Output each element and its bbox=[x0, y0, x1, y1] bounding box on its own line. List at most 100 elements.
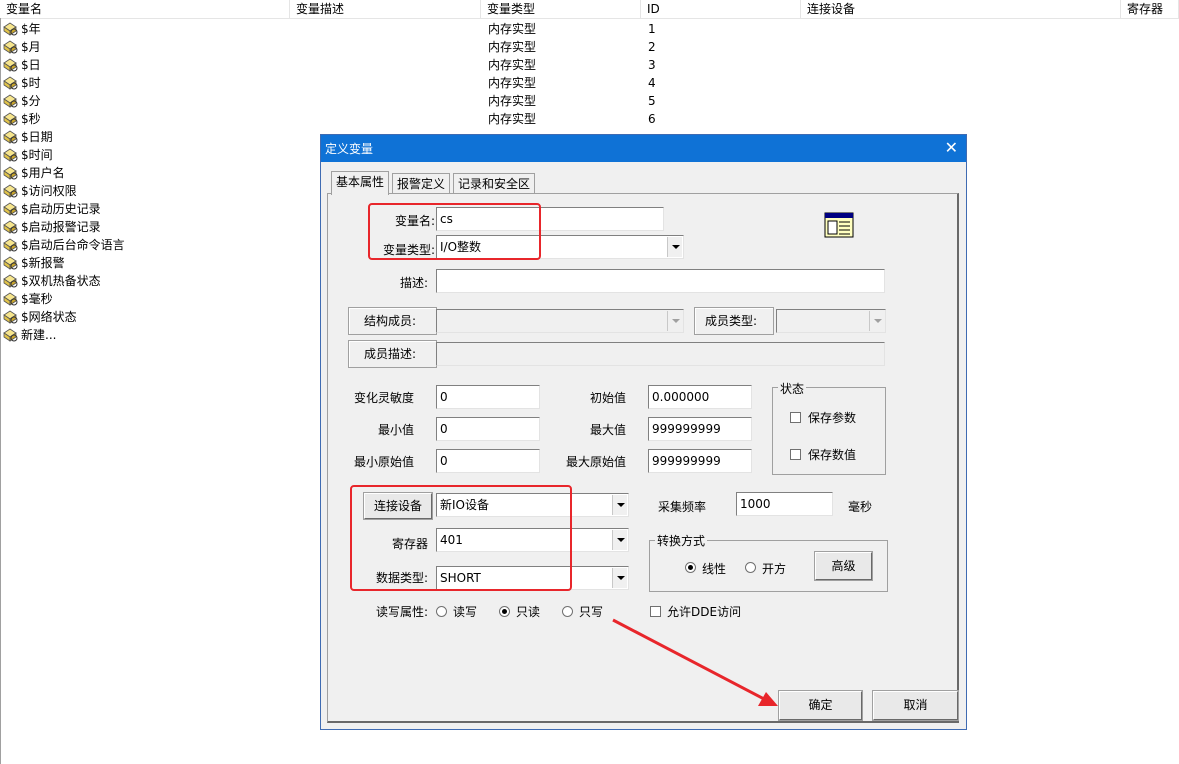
var-name-cell: 新建... bbox=[21, 328, 57, 342]
list-item[interactable]: $分 内存实型 5 bbox=[0, 92, 1179, 110]
chevron-down-icon[interactable] bbox=[869, 311, 884, 331]
sensitivity-input[interactable]: 0 bbox=[436, 385, 540, 409]
data-type-value: SHORT bbox=[440, 571, 481, 585]
member-desc-input[interactable] bbox=[436, 342, 885, 366]
chevron-down-icon[interactable] bbox=[612, 495, 627, 515]
struct-member-select[interactable] bbox=[436, 309, 684, 333]
chevron-down-icon[interactable] bbox=[667, 237, 682, 257]
status-group-title: 状态 bbox=[778, 380, 807, 397]
var-name-cell: $启动报警记录 bbox=[21, 220, 101, 234]
var-name-cell: $用户名 bbox=[21, 166, 65, 180]
max-raw-label: 最大原始值 bbox=[565, 455, 626, 469]
advanced-button[interactable]: 高级 bbox=[814, 551, 873, 581]
read-write-radio[interactable] bbox=[436, 606, 447, 617]
tab-alarm-definition[interactable]: 报警定义 bbox=[392, 173, 451, 194]
sqrt-radio[interactable] bbox=[745, 562, 756, 573]
list-item[interactable]: $月 内存实型 2 bbox=[0, 38, 1179, 56]
register-select[interactable]: 401 bbox=[436, 528, 629, 552]
member-type-select[interactable] bbox=[776, 309, 886, 333]
save-params-checkbox[interactable] bbox=[790, 412, 801, 423]
rw-attr-label: 读写属性: bbox=[376, 605, 429, 619]
var-id-cell: 6 bbox=[648, 112, 656, 126]
variable-icon bbox=[3, 328, 18, 342]
variable-icon bbox=[3, 166, 18, 180]
variable-icon bbox=[3, 76, 18, 90]
read-only-label: 只读 bbox=[516, 605, 541, 619]
chevron-down-icon[interactable] bbox=[612, 568, 627, 588]
connect-device-select[interactable]: 新IO设备 bbox=[436, 493, 629, 517]
close-icon[interactable]: ✕ bbox=[945, 138, 958, 157]
var-id-cell: 2 bbox=[648, 40, 656, 54]
data-type-label: 数据类型: bbox=[375, 571, 428, 585]
var-name-cell: $访问权限 bbox=[21, 184, 77, 198]
var-name-cell: $双机热备状态 bbox=[21, 274, 101, 288]
variable-icon bbox=[3, 220, 18, 234]
ok-button[interactable]: 确定 bbox=[778, 690, 863, 721]
variable-icon bbox=[3, 184, 18, 198]
column-header-id[interactable]: ID bbox=[641, 0, 801, 18]
var-type-value: I/O整数 bbox=[440, 240, 482, 254]
var-name-label: 变量名: bbox=[394, 214, 435, 228]
data-type-select[interactable]: SHORT bbox=[436, 566, 629, 590]
var-name-cell: $网络状态 bbox=[21, 310, 77, 324]
initial-value-input[interactable]: 0.000000 bbox=[648, 385, 752, 409]
tab-basic-properties[interactable]: 基本属性 bbox=[331, 171, 390, 195]
save-values-label: 保存数值 bbox=[808, 448, 857, 462]
var-id-cell: 1 bbox=[648, 22, 656, 36]
max-value-label: 最大值 bbox=[589, 423, 626, 437]
column-header-device[interactable]: 连接设备 bbox=[801, 0, 1121, 18]
write-only-radio[interactable] bbox=[562, 606, 573, 617]
column-header-var-type[interactable]: 变量类型 bbox=[481, 0, 641, 18]
var-type-cell: 内存实型 bbox=[488, 40, 537, 54]
list-item[interactable]: $日 内存实型 3 bbox=[0, 56, 1179, 74]
list-item[interactable]: $年 内存实型 1 bbox=[0, 20, 1179, 38]
list-header: 变量名 变量描述 变量类型 ID 连接设备 寄存器 bbox=[0, 0, 1179, 19]
column-header-register[interactable]: 寄存器 bbox=[1121, 0, 1179, 18]
column-header-var-name[interactable]: 变量名 bbox=[0, 0, 290, 18]
var-name-cell: $日 bbox=[21, 58, 41, 72]
list-item[interactable]: $秒 内存实型 6 bbox=[0, 110, 1179, 128]
var-type-select[interactable]: I/O整数 bbox=[436, 235, 684, 259]
cancel-button[interactable]: 取消 bbox=[872, 690, 959, 721]
allow-dde-label: 允许DDE访问 bbox=[667, 605, 742, 619]
sqrt-label: 开方 bbox=[762, 562, 787, 576]
chevron-down-icon[interactable] bbox=[667, 311, 682, 331]
column-header-var-desc[interactable]: 变量描述 bbox=[290, 0, 481, 18]
dialog-title: 定义变量 bbox=[325, 142, 374, 156]
chevron-down-icon[interactable] bbox=[612, 530, 627, 550]
save-params-label: 保存参数 bbox=[808, 411, 857, 425]
variable-table-icon[interactable] bbox=[824, 212, 854, 238]
var-name-cell: $年 bbox=[21, 22, 41, 36]
var-name-cell: $分 bbox=[21, 94, 41, 108]
min-value-input[interactable]: 0 bbox=[436, 417, 540, 441]
sample-rate-input[interactable]: 1000 bbox=[736, 492, 833, 516]
struct-member-label: 结构成员: bbox=[364, 314, 417, 328]
description-input[interactable] bbox=[436, 269, 885, 293]
var-type-cell: 内存实型 bbox=[488, 76, 537, 90]
min-raw-label: 最小原始值 bbox=[353, 455, 414, 469]
var-name-cell: $时间 bbox=[21, 148, 53, 162]
var-id-cell: 3 bbox=[648, 58, 656, 72]
min-raw-input[interactable]: 0 bbox=[436, 449, 540, 473]
var-id-cell: 5 bbox=[648, 94, 656, 108]
var-type-cell: 内存实型 bbox=[488, 22, 537, 36]
var-id-cell: 4 bbox=[648, 76, 656, 90]
linear-radio[interactable] bbox=[685, 562, 696, 573]
max-value-input[interactable]: 999999999 bbox=[648, 417, 752, 441]
list-item[interactable]: $时 内存实型 4 bbox=[0, 74, 1179, 92]
var-type-cell: 内存实型 bbox=[488, 112, 537, 126]
allow-dde-checkbox[interactable] bbox=[650, 606, 661, 617]
save-values-checkbox[interactable] bbox=[790, 449, 801, 460]
var-name-input[interactable]: cs bbox=[436, 207, 664, 231]
read-write-label: 读写 bbox=[453, 605, 478, 619]
variable-icon bbox=[3, 274, 18, 288]
variable-icon bbox=[3, 58, 18, 72]
tab-record-security[interactable]: 记录和安全区 bbox=[453, 173, 536, 194]
connect-device-button[interactable]: 连接设备 bbox=[363, 492, 433, 520]
var-name-cell: $月 bbox=[21, 40, 41, 54]
read-only-radio[interactable] bbox=[499, 606, 510, 617]
max-raw-input[interactable]: 999999999 bbox=[648, 449, 752, 473]
var-name-cell: $日期 bbox=[21, 130, 53, 144]
dialog-titlebar[interactable]: 定义变量 ✕ bbox=[321, 135, 966, 162]
var-name-cell: $毫秒 bbox=[21, 292, 53, 306]
